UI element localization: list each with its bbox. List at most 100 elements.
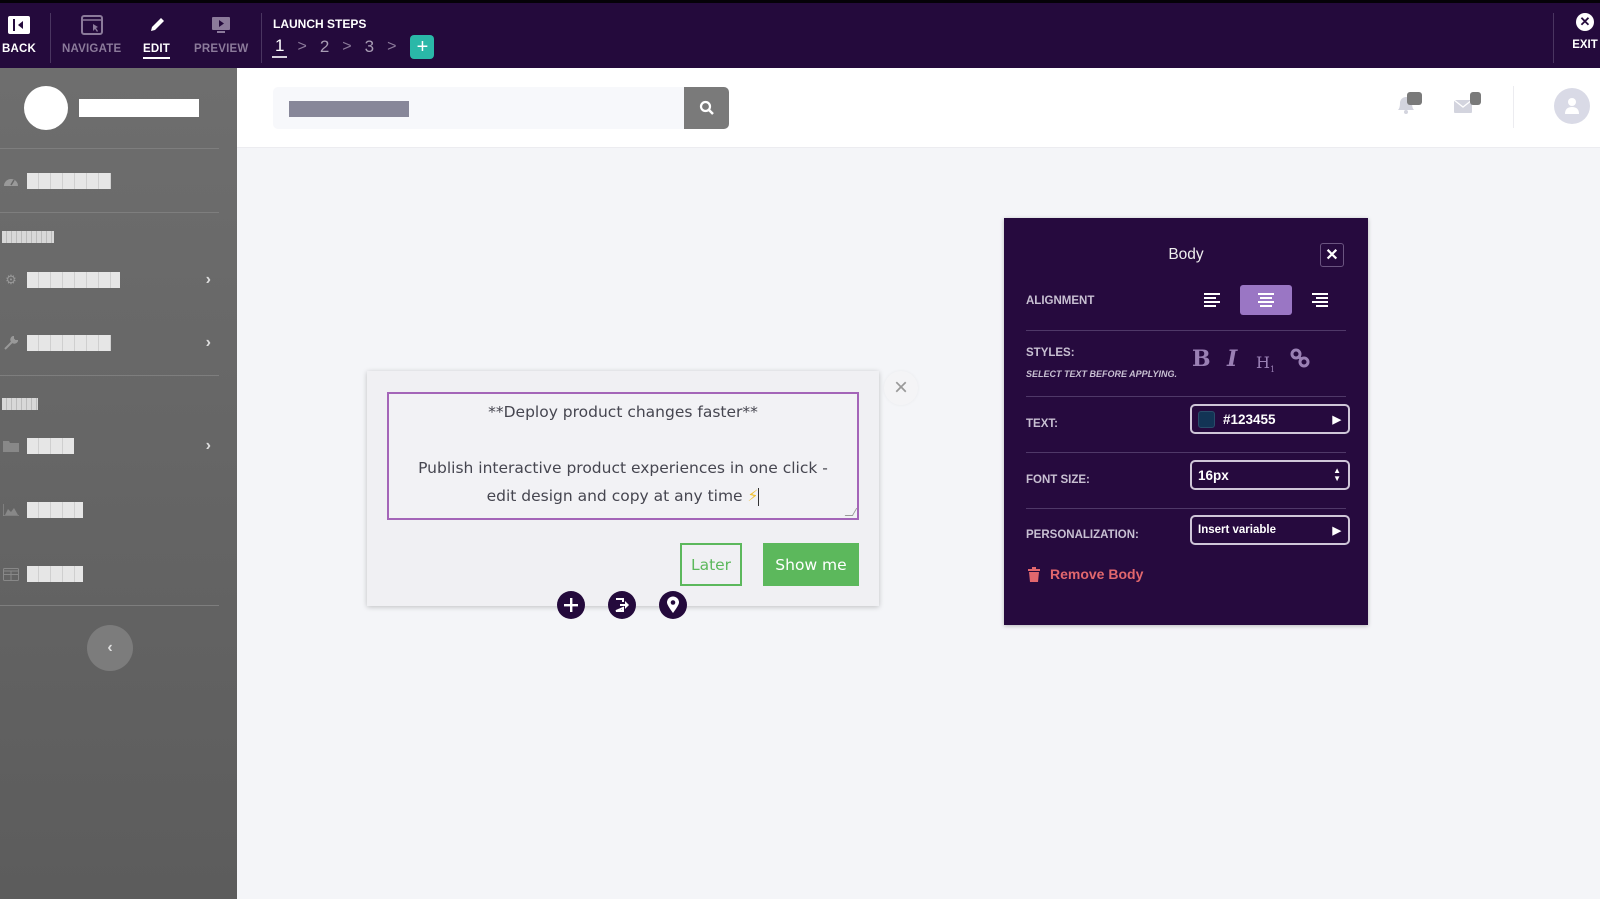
bold-button[interactable]: B bbox=[1192, 346, 1211, 372]
search-icon bbox=[699, 100, 714, 115]
notifications-button[interactable] bbox=[1395, 92, 1425, 121]
heading-level: 1 bbox=[1269, 365, 1276, 375]
align-right-icon bbox=[1312, 293, 1328, 307]
sidebar-item-tools[interactable]: › bbox=[0, 328, 219, 358]
navigate-icon bbox=[80, 13, 103, 37]
user-avatar-button[interactable] bbox=[1554, 88, 1590, 124]
personalization-label: PERSONALIZATION: bbox=[1026, 529, 1139, 541]
panel-title: Body bbox=[1168, 246, 1204, 263]
sidebar-label-redacted bbox=[27, 272, 120, 288]
close-panel-button[interactable]: ✕ bbox=[1320, 243, 1344, 267]
collapse-sidebar-button[interactable]: ‹ bbox=[87, 625, 133, 671]
font-size-label: FONT SIZE: bbox=[1026, 474, 1090, 486]
chevron-right-icon: › bbox=[205, 437, 211, 454]
personalization-value: Insert variable bbox=[1198, 524, 1276, 536]
sidebar-item-settings[interactable]: ⚙ › bbox=[0, 265, 219, 295]
divider bbox=[261, 13, 262, 63]
position-button[interactable] bbox=[659, 591, 687, 619]
stepper-icon[interactable]: ▲ ▼ bbox=[1333, 467, 1341, 483]
close-tooltip-button[interactable]: × bbox=[884, 371, 918, 405]
divider bbox=[1553, 13, 1554, 63]
align-left-button[interactable] bbox=[1186, 285, 1238, 315]
sidebar-item-folders[interactable]: › bbox=[0, 431, 219, 461]
add-step-button[interactable]: + bbox=[410, 35, 435, 59]
top-toolbar: BACK NAVIGATE EDIT PREVIEW LAUNCH STEPS … bbox=[0, 0, 1600, 68]
table-icon bbox=[2, 566, 20, 582]
editor-body-line-1: Publish interactive product experiences … bbox=[418, 459, 828, 477]
divider bbox=[0, 212, 219, 213]
preview-label: PREVIEW bbox=[194, 43, 249, 55]
caret-right-icon: ▶ bbox=[1332, 413, 1341, 426]
user-icon bbox=[1565, 98, 1579, 114]
edit-button[interactable]: EDIT bbox=[143, 13, 170, 59]
edit-label: EDIT bbox=[143, 43, 170, 59]
divider bbox=[50, 13, 51, 63]
text-color-label: TEXT: bbox=[1026, 418, 1058, 430]
step-1[interactable]: 1 bbox=[272, 36, 288, 58]
navigate-label: NAVIGATE bbox=[62, 43, 122, 55]
step-2[interactable]: 2 bbox=[317, 37, 332, 57]
body-text-editor[interactable]: **Deploy product changes faster** Publis… bbox=[387, 392, 859, 520]
text-color-picker[interactable]: #123455 ▶ bbox=[1190, 404, 1350, 434]
show-me-button[interactable]: Show me bbox=[763, 543, 859, 586]
step-3[interactable]: 3 bbox=[362, 37, 377, 57]
wrench-icon bbox=[2, 335, 20, 351]
navigate-button[interactable]: NAVIGATE bbox=[62, 13, 121, 55]
close-circle-icon: ✕ bbox=[1576, 13, 1594, 31]
align-center-button[interactable] bbox=[1240, 285, 1292, 315]
exit-button[interactable]: ✕ EXIT bbox=[1570, 13, 1600, 51]
editor-title-line: **Deploy product changes faster** bbox=[488, 403, 758, 421]
back-button[interactable]: BACK bbox=[2, 13, 36, 55]
alignment-label: ALIGNMENT bbox=[1026, 295, 1095, 307]
text-caret bbox=[758, 487, 760, 506]
messages-button[interactable] bbox=[1453, 92, 1483, 121]
exit-label: EXIT bbox=[1572, 39, 1598, 51]
font-size-input[interactable]: 16px ▲ ▼ bbox=[1190, 460, 1350, 490]
chevron-right-icon: › bbox=[205, 334, 211, 351]
divider bbox=[1026, 330, 1346, 331]
chart-icon bbox=[2, 502, 20, 518]
gear-icon: ⚙ bbox=[5, 272, 17, 287]
chevron-right-icon: › bbox=[205, 271, 211, 288]
search-button[interactable] bbox=[684, 87, 729, 129]
divider bbox=[1513, 86, 1514, 128]
add-element-button[interactable] bbox=[557, 591, 585, 619]
chevron-right-icon: > bbox=[297, 38, 307, 55]
sidebar-item-table[interactable] bbox=[0, 559, 219, 589]
align-center-icon bbox=[1258, 293, 1274, 307]
font-size-value: 16px bbox=[1198, 467, 1229, 483]
italic-button[interactable]: I bbox=[1227, 346, 1237, 372]
heading-button[interactable]: H1 bbox=[1256, 353, 1275, 374]
sidebar-label-redacted bbox=[27, 438, 74, 454]
sidebar-item-dashboard[interactable] bbox=[0, 166, 219, 196]
chevron-right-icon: > bbox=[387, 38, 397, 55]
location-pin-icon bbox=[667, 596, 679, 613]
divider bbox=[1026, 452, 1346, 453]
styles-label: STYLES: bbox=[1026, 347, 1075, 359]
insert-variable-select[interactable]: Insert variable ▶ bbox=[1190, 515, 1350, 545]
body-properties-panel: Body ✕ ALIGNMENT STYLES: SELECT TEXT BEF… bbox=[1004, 218, 1368, 625]
remove-body-button[interactable]: Remove Body bbox=[1028, 566, 1143, 582]
editor-body-line-2: edit design and copy at any time bbox=[486, 487, 743, 505]
folder-icon bbox=[2, 438, 20, 454]
link-button[interactable] bbox=[1290, 348, 1310, 372]
back-icon bbox=[8, 13, 31, 37]
plus-icon bbox=[564, 598, 578, 612]
search-input[interactable] bbox=[273, 87, 729, 129]
align-right-button[interactable] bbox=[1294, 285, 1346, 315]
sidebar-label-redacted bbox=[27, 566, 83, 582]
app-header bbox=[237, 68, 1600, 148]
launch-steps: 1 > 2 > 3 > + bbox=[272, 35, 435, 59]
preview-button[interactable]: PREVIEW bbox=[194, 13, 248, 55]
exit-action-button[interactable] bbox=[608, 591, 636, 619]
pencil-icon bbox=[148, 13, 166, 37]
sidebar-item-analytics[interactable] bbox=[0, 495, 219, 525]
later-button[interactable]: Later bbox=[680, 543, 742, 586]
color-swatch bbox=[1198, 410, 1215, 428]
divider bbox=[1026, 508, 1346, 509]
bell-icon bbox=[1398, 92, 1422, 114]
sidebar-label-redacted bbox=[27, 335, 111, 351]
sidebar-label-redacted bbox=[27, 502, 83, 518]
sign-out-icon bbox=[615, 598, 629, 612]
caret-right-icon: ▶ bbox=[1332, 524, 1341, 537]
